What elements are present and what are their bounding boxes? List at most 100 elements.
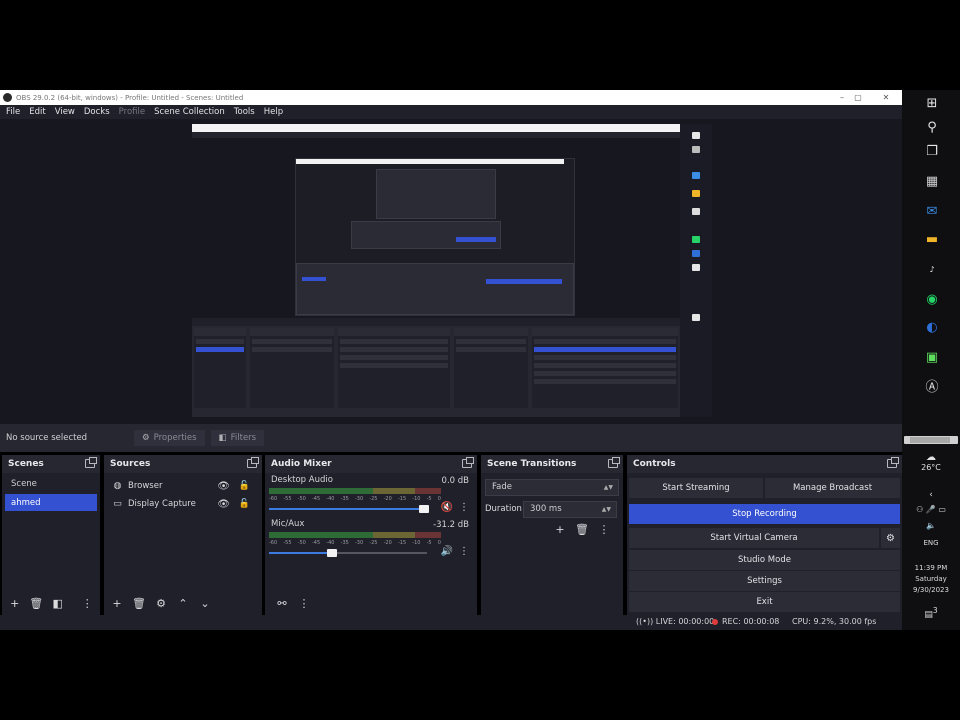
channel-menu-icon[interactable]: ⋮ — [459, 502, 469, 513]
menu-file[interactable]: File — [6, 107, 20, 117]
exit-button[interactable]: Exit — [629, 592, 900, 612]
task-view-icon[interactable]: ❐ — [924, 144, 940, 160]
source-item[interactable]: ◍ Browser 👁 🔓 — [104, 477, 262, 495]
windows-start-icon[interactable]: ⊞ — [924, 96, 940, 112]
start-streaming-button[interactable]: Start Streaming — [629, 478, 763, 498]
chrome-app-icon[interactable]: ◐ — [924, 320, 940, 336]
code-app-icon[interactable]: ▣ — [924, 350, 940, 366]
add-scene-icon[interactable]: + — [6, 595, 24, 613]
remove-scene-icon[interactable]: 🗑 — [28, 595, 46, 613]
stop-recording-button[interactable]: Stop Recording — [629, 504, 900, 524]
undock-icon[interactable] — [887, 457, 899, 468]
close-button[interactable]: ✕ — [878, 90, 894, 105]
manage-broadcast-button[interactable]: Manage Broadcast — [765, 478, 900, 498]
menu-view[interactable]: View — [55, 107, 75, 117]
channel-menu-icon[interactable]: ⋮ — [459, 546, 469, 557]
properties-button[interactable]: ⚙ Properties — [134, 430, 205, 446]
move-up-icon[interactable]: ⌃ — [174, 595, 192, 613]
notification-center[interactable]: ▤3 — [902, 606, 960, 620]
meter-ticks: -60 -55 -50 -45 -40 -35 -30 -25 -20 -15 -10 -5 0 — [269, 496, 441, 502]
channel-name: Desktop Audio — [271, 475, 333, 485]
remove-transition-icon[interactable]: 🗑 — [573, 521, 591, 539]
advanced-audio-icon[interactable]: ⚯ — [273, 595, 291, 613]
volume-slider[interactable] — [269, 549, 427, 557]
start-virtual-camera-button[interactable]: Start Virtual Camera — [629, 528, 879, 548]
menu-tools[interactable]: Tools — [234, 107, 255, 117]
volume-slider[interactable] — [269, 505, 429, 513]
filters-button[interactable]: ◧ Filters — [210, 430, 265, 446]
remove-source-icon[interactable]: 🗑 — [130, 595, 148, 613]
tiktok-app-icon[interactable]: ♪ — [924, 262, 940, 278]
scenes-header: Scenes — [2, 455, 100, 473]
undock-icon[interactable] — [85, 457, 97, 468]
eye-icon[interactable]: 👁 — [217, 499, 230, 510]
add-transition-icon[interactable]: + — [551, 521, 569, 539]
menu-docks[interactable]: Docks — [84, 107, 110, 117]
menu-profile[interactable]: Profile — [119, 107, 145, 117]
lock-icon[interactable]: 🔓 — [239, 499, 250, 509]
channel-name: Mic/Aux — [271, 519, 305, 529]
settings-button[interactable]: Settings — [629, 571, 900, 591]
search-icon[interactable]: ⚲ — [924, 120, 940, 136]
duration-spinbox[interactable]: 300 ms ▲▼ — [523, 500, 617, 518]
taskbar-scrollbar[interactable] — [904, 436, 958, 444]
undock-icon[interactable] — [462, 457, 474, 468]
language-indicator[interactable]: ENG — [902, 539, 960, 547]
controls-dock: Controls Start Streaming Manage Broadcas… — [627, 455, 902, 615]
move-down-icon[interactable]: ⌄ — [196, 595, 214, 613]
whatsapp-app-icon[interactable]: ◉ — [924, 292, 940, 308]
filter-icon: ◧ — [218, 433, 227, 443]
source-toolbar: No source selected ⚙ Properties ◧ Filter… — [0, 424, 902, 452]
duration-label: Duration — [485, 504, 522, 514]
nested-sources-dock — [250, 328, 334, 408]
file-explorer-icon[interactable]: ▬ — [924, 232, 940, 248]
volume-meter — [269, 488, 441, 494]
scene-transitions-title: Scene Transitions — [487, 459, 577, 469]
clock-time[interactable]: 11:39 PM — [902, 564, 960, 572]
scene-transitions-dock: Scene Transitions Fade ▲▼ Duration 300 m… — [481, 455, 623, 615]
scene-item[interactable]: Scene — [5, 475, 97, 492]
windows-taskbar: ⊞ ⚲ ❐ ▦ ✉ ▬ ♪ ◉ ◐ ▣ Ⓐ — [902, 90, 960, 630]
broadcast-icon: ((•)) — [636, 617, 656, 626]
menu-scene-collection[interactable]: Scene Collection — [154, 107, 225, 117]
nested-titlebar — [192, 124, 680, 132]
virtual-camera-settings-icon[interactable]: ⚙ — [881, 528, 900, 548]
add-source-icon[interactable]: + — [108, 595, 126, 613]
volume-tray-icon[interactable]: 🔈 — [902, 521, 960, 530]
undock-icon[interactable] — [608, 457, 620, 468]
studio-mode-button[interactable]: Studio Mode — [629, 550, 900, 570]
obs-logo-icon — [3, 93, 12, 102]
source-item[interactable]: ▭ Display Capture 👁 🔓 — [104, 495, 262, 513]
eye-icon[interactable]: 👁 — [217, 481, 230, 492]
mail-app-icon[interactable]: ✉ — [924, 204, 940, 220]
audio-mixer-header: Audio Mixer — [265, 455, 477, 473]
spin-arrows-icon: ▲▼ — [601, 505, 611, 513]
speaker-icon[interactable]: 🔊 — [441, 546, 453, 557]
menu-help[interactable]: Help — [264, 107, 283, 117]
mixer-more-icon[interactable]: ⋮ — [295, 595, 313, 613]
weather-widget[interactable]: ☁ 26°C — [902, 452, 960, 472]
source-status: No source selected — [6, 433, 88, 443]
nested-docks — [192, 318, 680, 417]
lock-icon[interactable]: 🔓 — [239, 481, 250, 491]
ai-app-icon[interactable]: Ⓐ — [924, 380, 940, 396]
transition-more-icon[interactable]: ⋮ — [595, 521, 613, 539]
speaker-muted-icon[interactable]: 🔇 — [441, 502, 453, 513]
minimize-button[interactable]: – — [834, 90, 850, 105]
calculator-app-icon[interactable]: ▦ — [924, 174, 940, 190]
nested-controls-dock — [532, 328, 678, 408]
scene-more-icon[interactable]: ⋮ — [79, 595, 97, 613]
monitor-icon: ▭ — [113, 498, 122, 509]
tray-chevron-icon[interactable]: ‹ — [902, 490, 960, 500]
source-properties-icon[interactable]: ⚙ — [152, 595, 170, 613]
window-titlebar: OBS 29.0.2 (64-bit, windows) - Profile: … — [0, 90, 902, 105]
nested-scenes-dock — [194, 328, 246, 408]
meter-ticks: -60 -55 -50 -45 -40 -35 -30 -25 -20 -15 -10 -5 0 — [269, 540, 441, 546]
scene-filters-icon[interactable]: ◧ — [49, 595, 67, 613]
undock-icon[interactable] — [247, 457, 259, 468]
tray-icons[interactable]: ⚇ 🎤 ▭ — [902, 505, 960, 514]
maximize-button[interactable]: ▢ — [850, 90, 866, 105]
scene-item-selected[interactable]: ahmed — [5, 494, 97, 511]
transition-select[interactable]: Fade ▲▼ — [485, 478, 619, 496]
menu-edit[interactable]: Edit — [29, 107, 45, 117]
